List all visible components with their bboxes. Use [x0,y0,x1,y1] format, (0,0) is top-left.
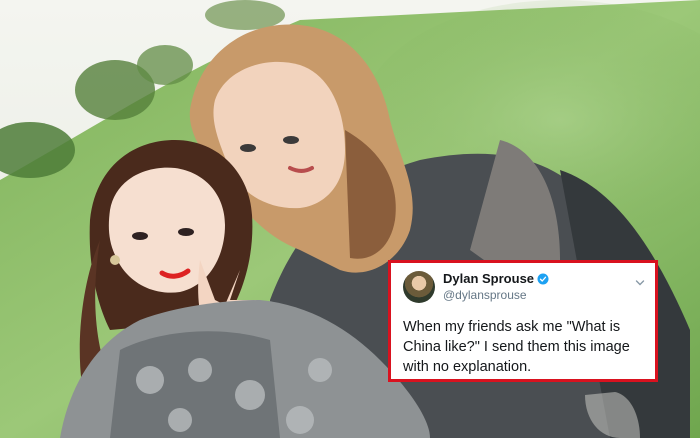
chevron-down-icon[interactable] [635,275,645,286]
display-name-row: Dylan Sprouse [443,271,549,287]
tweet-card: Dylan Sprouse @dylansprouse When my frie… [388,260,658,382]
verified-icon [537,273,549,285]
display-name[interactable]: Dylan Sprouse [443,271,534,287]
tweet-text: When my friends ask me "What is China li… [403,319,630,375]
tweet-header: Dylan Sprouse @dylansprouse [403,271,645,305]
user-handle[interactable]: @dylansprouse [443,287,549,303]
tweet-author: Dylan Sprouse @dylansprouse [443,271,549,303]
avatar[interactable] [403,271,435,303]
